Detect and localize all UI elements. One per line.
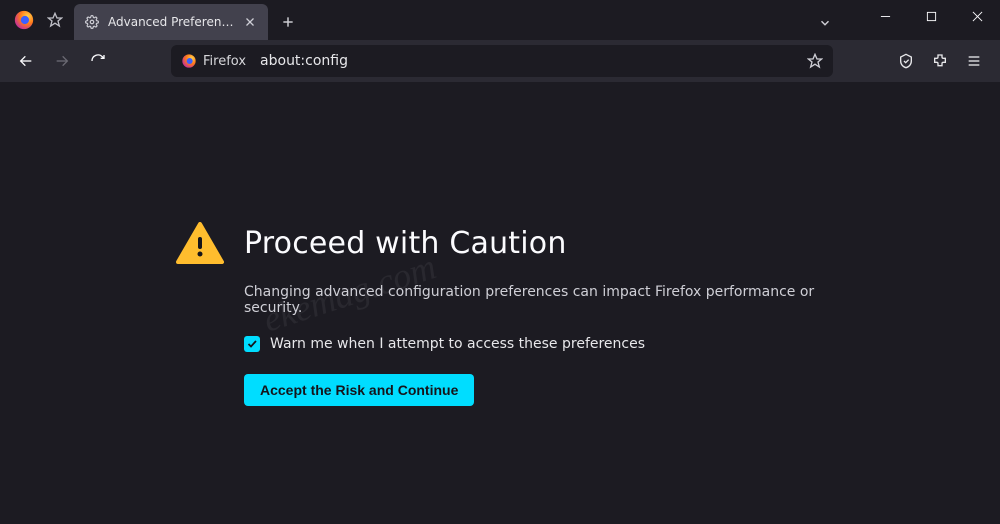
titlebar: Advanced Preferences [0,0,1000,40]
warning-triangle-icon [176,222,224,264]
firefox-identity-icon [181,53,197,69]
urlbar-container: Firefox about:config [118,45,886,77]
warning-heading: Proceed with Caution [244,226,567,261]
pinned-star-icon[interactable] [46,11,64,29]
content-area: ekemag.com Proceed with Caution Changing… [0,82,1000,524]
forward-button[interactable] [46,45,78,77]
window-minimize-button[interactable] [862,0,908,32]
tabbar: Advanced Preferences [74,0,302,40]
toolbar-right [890,45,990,77]
save-to-pocket-button[interactable] [890,45,922,77]
back-button[interactable] [10,45,42,77]
reload-button[interactable] [82,45,114,77]
identity-box[interactable]: Firefox [175,49,254,73]
gear-icon [84,14,100,30]
list-all-tabs-button[interactable] [808,6,842,40]
window-close-button[interactable] [954,0,1000,32]
navigation-toolbar: Firefox about:config [0,40,1000,82]
window-maximize-button[interactable] [908,0,954,32]
accept-risk-button[interactable]: Accept the Risk and Continue [244,374,474,406]
warning-panel: Proceed with Caution Changing advanced c… [176,222,836,406]
heading-row: Proceed with Caution [176,222,836,264]
application-menu-button[interactable] [958,45,990,77]
warn-checkbox-label[interactable]: Warn me when I attempt to access these p… [270,336,645,352]
firefox-logo-icon [12,8,36,32]
titlebar-left [0,0,64,40]
urlbar[interactable]: Firefox about:config [171,45,833,77]
warn-checkbox-row: Warn me when I attempt to access these p… [244,336,836,352]
url-text[interactable]: about:config [260,53,801,69]
extensions-button[interactable] [924,45,956,77]
warn-checkbox[interactable] [244,336,260,352]
bookmark-star-icon[interactable] [801,47,829,75]
warning-body: Changing advanced configuration preferen… [244,284,836,406]
identity-label: Firefox [203,54,246,69]
tab-advanced-preferences[interactable]: Advanced Preferences [74,4,268,40]
tab-title: Advanced Preferences [108,15,234,29]
window-controls [862,0,1000,40]
new-tab-button[interactable] [274,8,302,36]
warning-description: Changing advanced configuration preferen… [244,284,836,316]
tab-close-icon[interactable] [242,14,258,30]
